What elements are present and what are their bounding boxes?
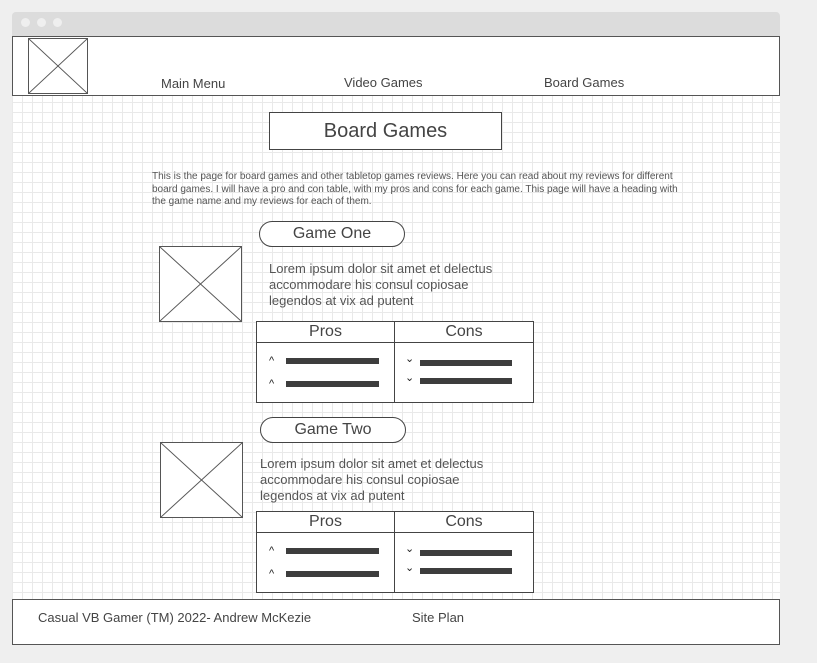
window-close-dot[interactable] [21, 18, 30, 27]
pros-header: Pros [309, 323, 342, 340]
page-intro: This is the page for board games and oth… [152, 171, 678, 207]
site-header: Main Menu Video Games Board Games [12, 36, 780, 96]
game-one-image-placeholder-icon [159, 246, 242, 322]
game-one-pros-cons-table: Pros Cons ^ ^ ⌄ ⌄ [256, 321, 534, 403]
chevron-down-icon: ⌄ [405, 562, 415, 574]
window-maximize-dot[interactable] [53, 18, 62, 27]
cons-header: Cons [445, 513, 483, 530]
pro-item [286, 358, 379, 364]
chevron-up-icon: ^ [269, 378, 275, 390]
site-footer: Casual VB Gamer (TM) 2022- Andrew McKezi… [12, 599, 780, 645]
chevron-down-icon: ⌄ [405, 372, 415, 384]
nav-board-games[interactable]: Board Games [544, 75, 624, 90]
pro-item [286, 381, 379, 387]
pro-item [286, 571, 379, 577]
game-two-pros-cons-table: Pros Cons ^ ^ ⌄ ⌄ [256, 511, 534, 593]
cons-header: Cons [445, 323, 483, 340]
game-two-heading: Game Two [260, 417, 406, 443]
pro-item [286, 548, 379, 554]
window-titlebar [12, 12, 780, 36]
game-one-heading: Game One [259, 221, 405, 247]
game-two-description: Lorem ipsum dolor sit amet et delectus a… [260, 456, 484, 503]
nav-main-menu[interactable]: Main Menu [161, 76, 225, 91]
chevron-down-icon: ⌄ [405, 353, 415, 365]
footer-copyright: Casual VB Gamer (TM) 2022- Andrew McKezi… [38, 610, 312, 625]
logo-placeholder-icon[interactable] [28, 38, 88, 94]
chevron-up-icon: ^ [269, 545, 275, 557]
game-two-image-placeholder-icon [160, 442, 243, 518]
page-title: Board Games [269, 112, 502, 150]
window-minimize-dot[interactable] [37, 18, 46, 27]
chevron-down-icon: ⌄ [405, 543, 415, 555]
con-item [420, 378, 512, 384]
chevron-up-icon: ^ [269, 568, 275, 580]
con-item [420, 360, 512, 366]
con-item [420, 550, 512, 556]
footer-site-plan-link[interactable]: Site Plan [412, 610, 464, 625]
nav-video-games[interactable]: Video Games [344, 75, 423, 90]
pros-header: Pros [309, 513, 342, 530]
chevron-up-icon: ^ [269, 355, 275, 367]
con-item [420, 568, 512, 574]
game-one-description: Lorem ipsum dolor sit amet et delectus a… [269, 261, 493, 308]
browser-window: Main Menu Video Games Board Games Board … [12, 12, 780, 645]
